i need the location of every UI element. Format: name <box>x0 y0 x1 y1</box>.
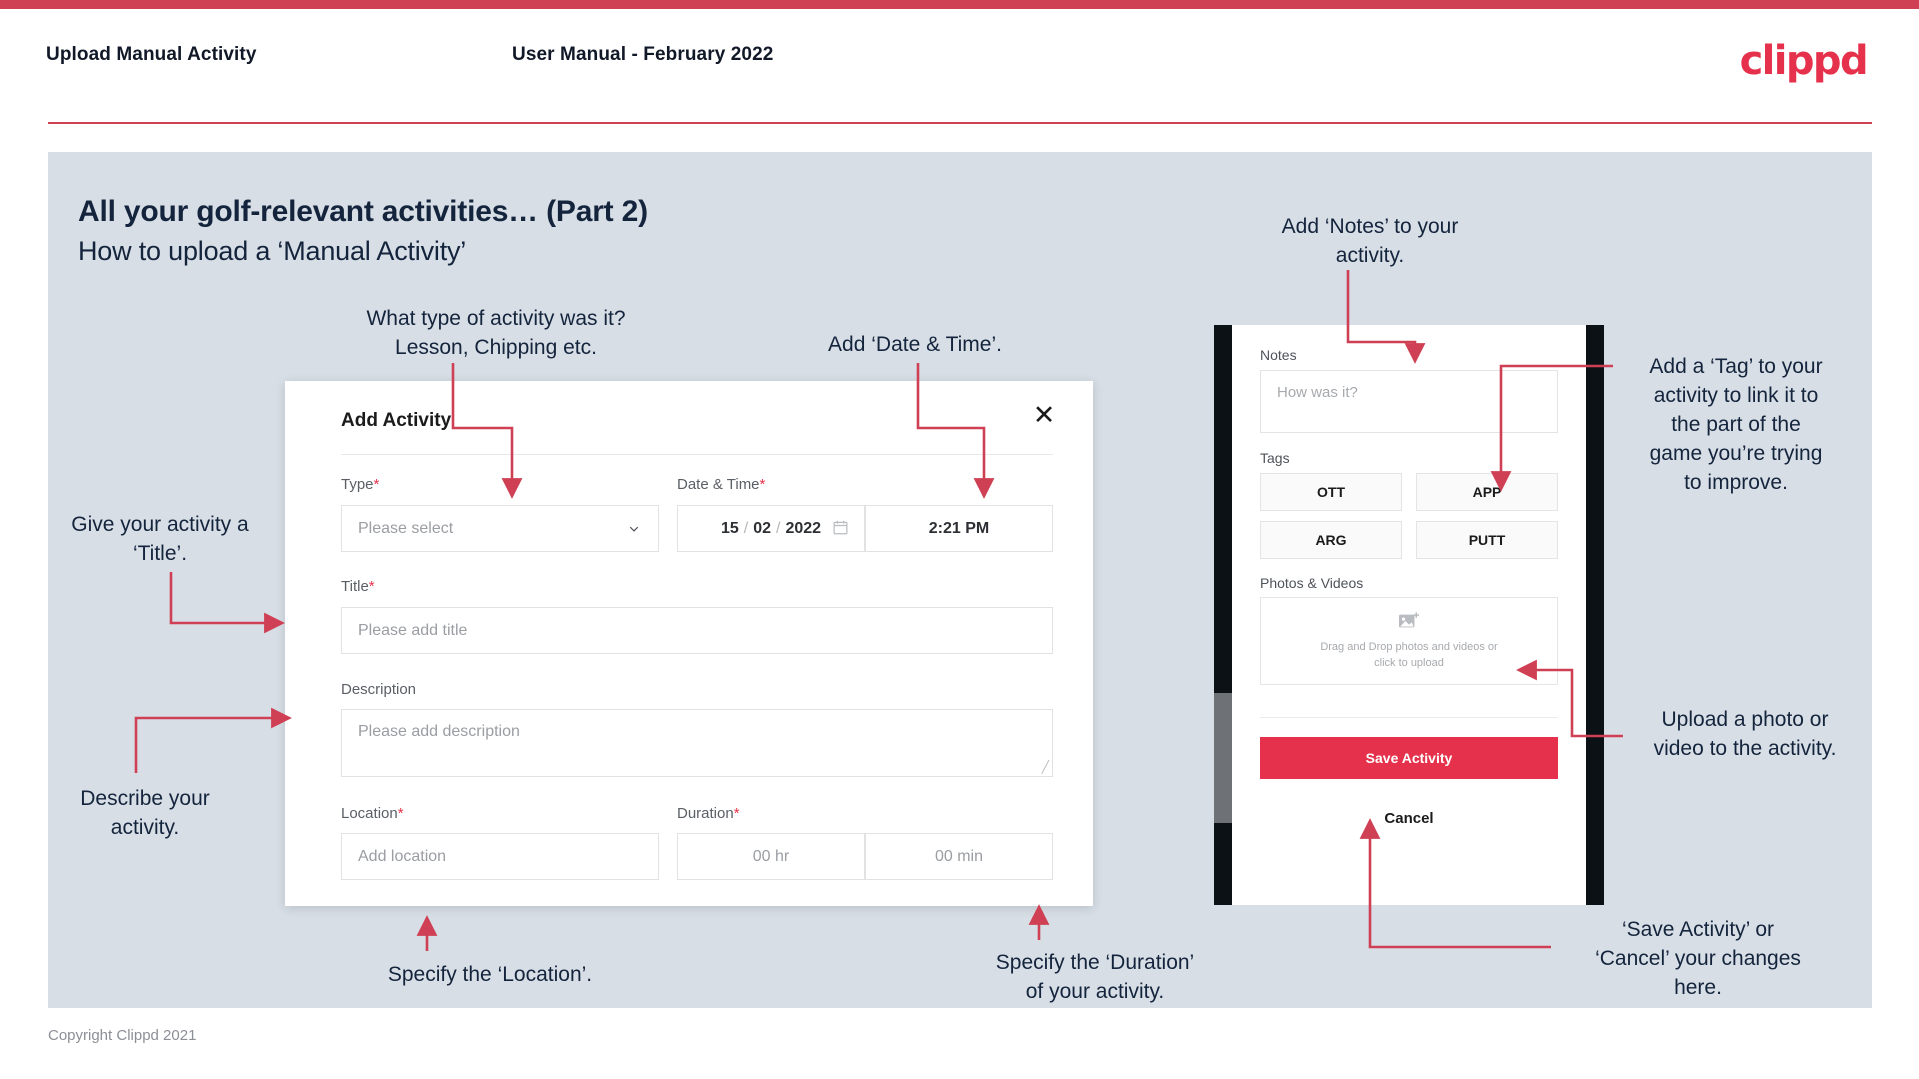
date-year: 2022 <box>785 519 822 537</box>
time-input[interactable]: 2:21 PM <box>865 505 1053 552</box>
phone-scrollbar[interactable] <box>1214 693 1232 823</box>
phone-screen: Notes How was it? Tags OTT APP ARG PUTT … <box>1232 325 1586 905</box>
description-textarea[interactable]: Please add description ╱ <box>341 709 1053 777</box>
location-label: Location* <box>341 805 404 822</box>
type-label: Type* <box>341 476 379 493</box>
annotation-description: Describe your activity. <box>80 787 210 839</box>
duration-minutes-placeholder: 00 min <box>934 847 984 865</box>
top-accent-bar <box>0 0 1919 9</box>
notes-placeholder: How was it? <box>1277 384 1358 401</box>
title-label: Title* <box>341 578 375 595</box>
description-placeholder: Please add description <box>358 723 520 740</box>
add-image-icon <box>1399 612 1419 628</box>
tag-button-putt[interactable]: PUTT <box>1416 521 1558 559</box>
annotation-datetime: Add ‘Date & Time’. <box>828 333 1002 356</box>
type-select[interactable]: Please select <box>341 505 659 552</box>
title-required-asterisk: * <box>368 578 375 595</box>
add-activity-dialog: Add Activity ✕ Type* Please select Date … <box>285 381 1093 906</box>
description-label: Description <box>341 681 416 698</box>
header-title: Upload Manual Activity <box>46 44 257 65</box>
photos-label: Photos & Videos <box>1260 575 1364 591</box>
resize-grip-icon[interactable]: ╱ <box>1042 760 1049 774</box>
tag-button-app[interactable]: APP <box>1416 473 1558 511</box>
phone-mockup: Notes How was it? Tags OTT APP ARG PUTT … <box>1214 325 1604 905</box>
cancel-button[interactable]: Cancel <box>1232 810 1586 827</box>
datetime-required-asterisk: * <box>759 476 766 493</box>
date-month: 02 <box>753 519 771 537</box>
annotation-type: What type of activity was it? Lesson, Chi… <box>366 307 626 359</box>
duration-label-text: Duration <box>677 805 734 822</box>
notes-label: Notes <box>1260 347 1297 363</box>
slide-subtitle: How to upload a ‘Manual Activity’ <box>78 236 467 266</box>
clippd-logo: clippd <box>1739 38 1869 84</box>
tag-button-arg[interactable]: ARG <box>1260 521 1402 559</box>
slide-root: Upload Manual Activity User Manual - Feb… <box>0 0 1919 1079</box>
date-input[interactable]: 15 / 02 / 2022 <box>677 505 865 552</box>
title-placeholder: Please add title <box>358 621 468 639</box>
save-activity-button[interactable]: Save Activity <box>1260 737 1558 779</box>
duration-required-asterisk: * <box>733 805 740 822</box>
chevron-down-icon <box>629 526 639 532</box>
dropzone-line-2: click to upload <box>1374 657 1444 669</box>
tag-button-ott[interactable]: OTT <box>1260 473 1402 511</box>
annotation-save: ‘Save Activity’ or ‘Cancel’ your changes h… <box>1595 918 1801 999</box>
title-label-text: Title <box>341 578 369 595</box>
dialog-title: Add Activity <box>341 410 452 431</box>
annotation-notes: Add ‘Notes’ to your activity. <box>1281 215 1459 267</box>
duration-minutes-input[interactable]: 00 min <box>865 833 1053 880</box>
annotation-duration: Specify the ‘Duration’ of your activity. <box>995 951 1195 1003</box>
type-label-text: Type <box>341 476 374 493</box>
annotation-tags: Add a ‘Tag’ to your activity to link it t… <box>1649 355 1823 494</box>
annotation-location: Specify the ‘Location’. <box>387 963 593 986</box>
location-placeholder: Add location <box>358 847 447 865</box>
header-subtitle: User Manual - February 2022 <box>512 44 774 65</box>
notes-textarea[interactable]: How was it? <box>1260 370 1558 433</box>
type-placeholder: Please select <box>358 519 454 537</box>
copyright-footer: Copyright Clippd 2021 <box>48 1027 197 1044</box>
duration-hours-input[interactable]: 00 hr <box>677 833 865 880</box>
title-input[interactable]: Please add title <box>341 607 1053 654</box>
slide-title: All your golf-relevant activities… (Part… <box>78 195 648 228</box>
annotation-title: Give your activity a ‘Title’. <box>71 513 249 565</box>
duration-hours-placeholder: 00 hr <box>752 847 790 865</box>
duration-label: Duration* <box>677 805 740 822</box>
dropzone-text: Drag and Drop photos and videos or click… <box>1320 639 1497 671</box>
calendar-icon[interactable] <box>833 519 848 535</box>
tags-label: Tags <box>1260 450 1290 466</box>
photo-dropzone[interactable]: Drag and Drop photos and videos or click… <box>1260 597 1558 685</box>
location-label-text: Location <box>341 805 398 822</box>
time-value: 2:21 PM <box>928 519 990 537</box>
date-sep-2: / <box>776 519 781 537</box>
location-required-asterisk: * <box>397 805 404 822</box>
dialog-divider <box>341 454 1053 455</box>
header-divider <box>48 122 1872 124</box>
phone-right-bezel <box>1586 325 1604 905</box>
type-required-asterisk: * <box>373 476 380 493</box>
date-day: 15 <box>720 519 739 537</box>
location-input[interactable]: Add location <box>341 833 659 880</box>
annotation-photos: Upload a photo or video to the activity. <box>1653 708 1837 760</box>
description-label-text: Description <box>341 681 417 698</box>
phone-divider <box>1260 717 1558 718</box>
datetime-label-text: Date & Time <box>677 476 760 493</box>
dropzone-line-1: Drag and Drop photos and videos or <box>1320 641 1498 653</box>
close-icon[interactable]: ✕ <box>1027 400 1061 434</box>
datetime-label: Date & Time* <box>677 476 765 493</box>
date-sep-1: / <box>743 519 749 537</box>
